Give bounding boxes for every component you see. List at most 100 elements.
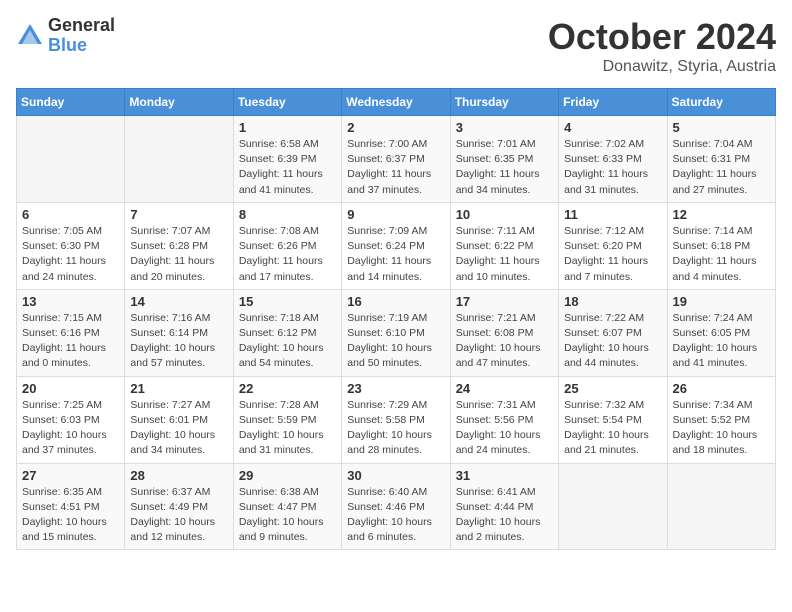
day-info: Sunrise: 7:07 AM Sunset: 6:28 PM Dayligh… bbox=[130, 224, 227, 285]
calendar-cell: 4Sunrise: 7:02 AM Sunset: 6:33 PM Daylig… bbox=[559, 116, 667, 203]
day-info: Sunrise: 7:08 AM Sunset: 6:26 PM Dayligh… bbox=[239, 224, 336, 285]
day-info: Sunrise: 6:40 AM Sunset: 4:46 PM Dayligh… bbox=[347, 485, 444, 546]
calendar-cell: 18 Sunrise: 7:22 AM Sunset: 6:07 PM Dayli… bbox=[559, 289, 667, 376]
calendar-cell: 8 Sunrise: 7:08 AM Sunset: 6:26 PM Daylig… bbox=[233, 202, 341, 289]
calendar-cell: 5 Sunrise: 7:04 AM Sunset: 6:31 PM Daylig… bbox=[667, 116, 775, 203]
day-info: Sunrise: 7:25 AM Sunset: 6:03 PM Dayligh… bbox=[22, 398, 119, 459]
logo-icon bbox=[16, 22, 44, 50]
calendar-cell: 22 Sunrise: 7:28 AM Sunset: 5:59 PM Dayli… bbox=[233, 376, 341, 463]
logo-blue-text: Blue bbox=[48, 36, 115, 56]
day-number: 22 bbox=[239, 381, 336, 396]
calendar-cell: 1 Sunrise: 6:58 AM Sunset: 6:39 PM Daylig… bbox=[233, 116, 341, 203]
day-number: 21 bbox=[130, 381, 227, 396]
calendar-cell: 3 Sunrise: 7:01 AM Sunset: 6:35 PM Daylig… bbox=[450, 116, 558, 203]
day-number: 16 bbox=[347, 294, 444, 309]
day-number: 17 bbox=[456, 294, 553, 309]
calendar-table: SundayMondayTuesdayWednesdayThursdayFrid… bbox=[16, 88, 776, 550]
day-number: 29 bbox=[239, 468, 336, 483]
calendar-cell: 13Sunrise: 7:15 AM Sunset: 6:16 PM Dayli… bbox=[17, 289, 125, 376]
calendar-week-row: 6 Sunrise: 7:05 AM Sunset: 6:30 PM Daylig… bbox=[17, 202, 776, 289]
day-number: 7 bbox=[130, 207, 227, 222]
calendar-cell: 6 Sunrise: 7:05 AM Sunset: 6:30 PM Daylig… bbox=[17, 202, 125, 289]
calendar-cell: 26 Sunrise: 7:34 AM Sunset: 5:52 PM Dayli… bbox=[667, 376, 775, 463]
calendar-week-row: 20Sunrise: 7:25 AM Sunset: 6:03 PM Dayli… bbox=[17, 376, 776, 463]
day-info: Sunrise: 7:31 AM Sunset: 5:56 PM Dayligh… bbox=[456, 398, 553, 459]
calendar-cell: 17 Sunrise: 7:21 AM Sunset: 6:08 PM Dayli… bbox=[450, 289, 558, 376]
logo-text: General Blue bbox=[48, 16, 115, 56]
day-info: Sunrise: 7:21 AM Sunset: 6:08 PM Dayligh… bbox=[456, 311, 553, 372]
day-number: 3 bbox=[456, 120, 553, 135]
day-number: 27 bbox=[22, 468, 119, 483]
weekday-header-saturday: Saturday bbox=[667, 89, 775, 116]
weekday-header-row: SundayMondayTuesdayWednesdayThursdayFrid… bbox=[17, 89, 776, 116]
calendar-cell: 25Sunrise: 7:32 AM Sunset: 5:54 PM Dayli… bbox=[559, 376, 667, 463]
calendar-cell: 23 Sunrise: 7:29 AM Sunset: 5:58 PM Dayli… bbox=[342, 376, 450, 463]
day-info: Sunrise: 6:41 AM Sunset: 4:44 PM Dayligh… bbox=[456, 485, 553, 546]
calendar-week-row: 27 Sunrise: 6:35 AM Sunset: 4:51 PM Dayli… bbox=[17, 463, 776, 550]
day-number: 8 bbox=[239, 207, 336, 222]
day-number: 9 bbox=[347, 207, 444, 222]
calendar-cell: 31Sunrise: 6:41 AM Sunset: 4:44 PM Dayli… bbox=[450, 463, 558, 550]
calendar-cell: 30 Sunrise: 6:40 AM Sunset: 4:46 PM Dayli… bbox=[342, 463, 450, 550]
calendar-cell: 16 Sunrise: 7:19 AM Sunset: 6:10 PM Dayli… bbox=[342, 289, 450, 376]
day-info: Sunrise: 7:16 AM Sunset: 6:14 PM Dayligh… bbox=[130, 311, 227, 372]
day-info: Sunrise: 7:12 AM Sunset: 6:20 PM Dayligh… bbox=[564, 224, 661, 285]
day-number: 14 bbox=[130, 294, 227, 309]
calendar-week-row: 1 Sunrise: 6:58 AM Sunset: 6:39 PM Daylig… bbox=[17, 116, 776, 203]
logo: General Blue bbox=[16, 16, 115, 56]
day-info: Sunrise: 6:37 AM Sunset: 4:49 PM Dayligh… bbox=[130, 485, 227, 546]
calendar-cell: 24Sunrise: 7:31 AM Sunset: 5:56 PM Dayli… bbox=[450, 376, 558, 463]
day-info: Sunrise: 7:29 AM Sunset: 5:58 PM Dayligh… bbox=[347, 398, 444, 459]
calendar-cell: 20Sunrise: 7:25 AM Sunset: 6:03 PM Dayli… bbox=[17, 376, 125, 463]
day-info: Sunrise: 7:14 AM Sunset: 6:18 PM Dayligh… bbox=[673, 224, 770, 285]
weekday-header-friday: Friday bbox=[559, 89, 667, 116]
page-header: General Blue October 2024 Donawitz, Styr… bbox=[16, 16, 776, 76]
weekday-header-tuesday: Tuesday bbox=[233, 89, 341, 116]
day-info: Sunrise: 7:04 AM Sunset: 6:31 PM Dayligh… bbox=[673, 137, 770, 198]
calendar-cell: 28Sunrise: 6:37 AM Sunset: 4:49 PM Dayli… bbox=[125, 463, 233, 550]
day-number: 2 bbox=[347, 120, 444, 135]
day-info: Sunrise: 7:00 AM Sunset: 6:37 PM Dayligh… bbox=[347, 137, 444, 198]
calendar-cell: 2 Sunrise: 7:00 AM Sunset: 6:37 PM Daylig… bbox=[342, 116, 450, 203]
title-section: October 2024 Donawitz, Styria, Austria bbox=[548, 16, 776, 76]
calendar-cell: 29 Sunrise: 6:38 AM Sunset: 4:47 PM Dayli… bbox=[233, 463, 341, 550]
day-number: 15 bbox=[239, 294, 336, 309]
month-title: October 2024 bbox=[548, 16, 776, 58]
day-info: Sunrise: 7:27 AM Sunset: 6:01 PM Dayligh… bbox=[130, 398, 227, 459]
day-info: Sunrise: 7:05 AM Sunset: 6:30 PM Dayligh… bbox=[22, 224, 119, 285]
day-number: 6 bbox=[22, 207, 119, 222]
day-number: 4 bbox=[564, 120, 661, 135]
location-subtitle: Donawitz, Styria, Austria bbox=[548, 58, 776, 76]
calendar-cell: 12 Sunrise: 7:14 AM Sunset: 6:18 PM Dayli… bbox=[667, 202, 775, 289]
day-number: 19 bbox=[673, 294, 770, 309]
calendar-cell: 7 Sunrise: 7:07 AM Sunset: 6:28 PM Daylig… bbox=[125, 202, 233, 289]
day-number: 10 bbox=[456, 207, 553, 222]
day-number: 1 bbox=[239, 120, 336, 135]
day-number: 12 bbox=[673, 207, 770, 222]
day-info: Sunrise: 6:35 AM Sunset: 4:51 PM Dayligh… bbox=[22, 485, 119, 546]
weekday-header-monday: Monday bbox=[125, 89, 233, 116]
day-info: Sunrise: 6:38 AM Sunset: 4:47 PM Dayligh… bbox=[239, 485, 336, 546]
day-info: Sunrise: 7:22 AM Sunset: 6:07 PM Dayligh… bbox=[564, 311, 661, 372]
day-number: 23 bbox=[347, 381, 444, 396]
day-info: Sunrise: 7:01 AM Sunset: 6:35 PM Dayligh… bbox=[456, 137, 553, 198]
day-number: 18 bbox=[564, 294, 661, 309]
day-number: 30 bbox=[347, 468, 444, 483]
calendar-cell: 11Sunrise: 7:12 AM Sunset: 6:20 PM Dayli… bbox=[559, 202, 667, 289]
day-number: 5 bbox=[673, 120, 770, 135]
calendar-cell: 15Sunrise: 7:18 AM Sunset: 6:12 PM Dayli… bbox=[233, 289, 341, 376]
day-info: Sunrise: 7:28 AM Sunset: 5:59 PM Dayligh… bbox=[239, 398, 336, 459]
day-info: Sunrise: 6:58 AM Sunset: 6:39 PM Dayligh… bbox=[239, 137, 336, 198]
day-info: Sunrise: 7:15 AM Sunset: 6:16 PM Dayligh… bbox=[22, 311, 119, 372]
calendar-cell: 19Sunrise: 7:24 AM Sunset: 6:05 PM Dayli… bbox=[667, 289, 775, 376]
day-info: Sunrise: 7:19 AM Sunset: 6:10 PM Dayligh… bbox=[347, 311, 444, 372]
day-info: Sunrise: 7:11 AM Sunset: 6:22 PM Dayligh… bbox=[456, 224, 553, 285]
day-number: 26 bbox=[673, 381, 770, 396]
calendar-cell: 21 Sunrise: 7:27 AM Sunset: 6:01 PM Dayli… bbox=[125, 376, 233, 463]
calendar-cell bbox=[17, 116, 125, 203]
weekday-header-sunday: Sunday bbox=[17, 89, 125, 116]
calendar-cell: 10 Sunrise: 7:11 AM Sunset: 6:22 PM Dayli… bbox=[450, 202, 558, 289]
day-info: Sunrise: 7:34 AM Sunset: 5:52 PM Dayligh… bbox=[673, 398, 770, 459]
calendar-cell bbox=[125, 116, 233, 203]
weekday-header-wednesday: Wednesday bbox=[342, 89, 450, 116]
